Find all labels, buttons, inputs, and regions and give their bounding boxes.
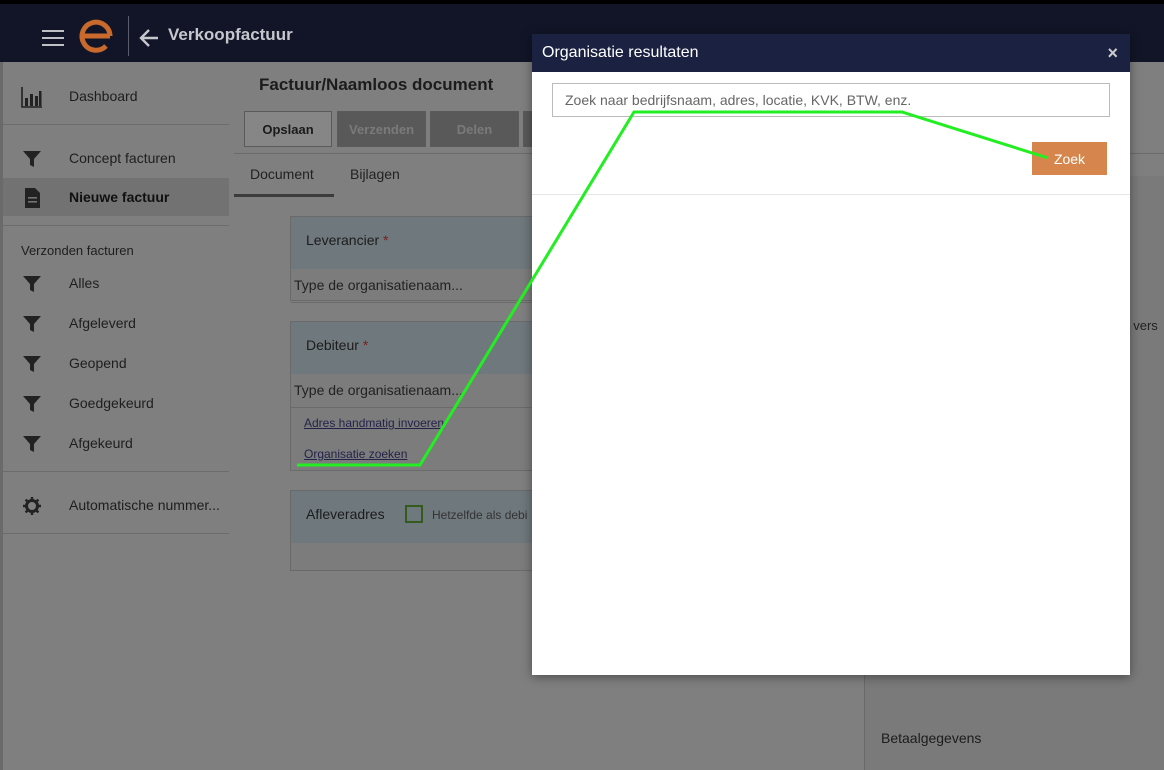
logo — [79, 19, 113, 53]
sidebar-item-label: Afgekeurd — [69, 435, 133, 451]
tab-document[interactable]: Document — [250, 166, 314, 182]
required-marker: * — [383, 232, 389, 248]
manual-address-link[interactable]: Adres handmatig invoeren — [304, 416, 444, 430]
sidebar-item-label: Concept facturen — [69, 150, 176, 166]
document-title: Factuur/Naamloos document — [259, 75, 494, 94]
sidebar-item-delivered[interactable]: Afgeleverd — [3, 304, 229, 342]
divider — [532, 194, 1130, 195]
divider — [3, 533, 229, 534]
supplier-card: Leverancier * Type de organisatienaam... — [290, 216, 550, 303]
sidebar-item-label: Afgeleverd — [69, 315, 136, 331]
supplier-label: Leverancier — [306, 232, 380, 248]
organization-search-input[interactable] — [552, 83, 1110, 117]
tab-attachments[interactable]: Bijlagen — [350, 166, 400, 182]
filter-icon — [23, 276, 41, 292]
sidebar-item-all[interactable]: Alles — [3, 264, 229, 302]
sidebar-item-concept[interactable]: Concept facturen — [3, 139, 229, 177]
sidebar-item-approved[interactable]: Goedgekeurd — [3, 384, 229, 422]
send-button[interactable]: Verzenden — [337, 111, 426, 147]
truncated-text: t vers — [1126, 318, 1158, 333]
debtor-card: Debiteur * Type de organisatienaam... Ad… — [290, 321, 550, 471]
divider — [3, 471, 229, 472]
separator — [128, 16, 129, 56]
close-icon[interactable]: × — [1107, 43, 1118, 64]
sidebar-item-label: Nieuwe factuur — [69, 189, 170, 205]
sidebar-item-label: Goedgekeurd — [69, 395, 154, 411]
active-tab-indicator — [234, 194, 334, 197]
same-address-checkbox[interactable] — [405, 505, 423, 523]
search-button[interactable]: Zoek — [1032, 142, 1107, 175]
divider — [3, 124, 229, 125]
supplier-placeholder: Type de organisatienaam... — [294, 277, 463, 293]
debtor-placeholder: Type de organisatienaam... — [294, 382, 463, 398]
required-marker: * — [362, 337, 369, 353]
payment-details-label: Betaalgegevens — [881, 730, 982, 746]
debtor-input[interactable]: Type de organisatienaam... — [291, 374, 549, 408]
sidebar-item-label: Automatische nummer... — [69, 497, 220, 513]
save-button[interactable]: Opslaan — [244, 111, 332, 147]
organization-results-dialog: Organisatie resultaten × Zoek — [532, 34, 1130, 675]
page-title: Verkoopfactuur — [168, 25, 293, 44]
bar-chart-icon — [21, 87, 42, 108]
sidebar-item-label: Dashboard — [69, 88, 138, 104]
dialog-title: Organisatie resultaten — [542, 44, 699, 61]
filter-icon — [23, 356, 41, 372]
section-label: Verzonden facturen — [21, 243, 134, 258]
back-arrow-icon[interactable] — [138, 27, 160, 49]
sidebar-item-label: Geopend — [69, 355, 127, 371]
share-button[interactable]: Delen — [430, 111, 519, 147]
sidebar-item-new-invoice[interactable]: Nieuwe factuur — [3, 178, 229, 216]
gear-icon — [23, 497, 41, 515]
debtor-label: Debiteur — [306, 337, 359, 353]
sidebar-item-opened[interactable]: Geopend — [3, 344, 229, 382]
delivery-card: Afleveradres Hetzelfde als debi — [290, 490, 550, 571]
filter-icon — [23, 436, 41, 452]
divider — [3, 225, 229, 226]
filter-icon — [23, 396, 41, 412]
hamburger-menu-icon[interactable] — [42, 30, 64, 46]
sidebar-item-auto-numbering[interactable]: Automatische nummer... — [3, 486, 229, 524]
same-address-label: Hetzelfde als debi — [432, 508, 528, 522]
organization-search-link[interactable]: Organisatie zoeken — [304, 447, 407, 461]
card-header: Leverancier * — [291, 217, 549, 269]
supplier-input[interactable]: Type de organisatienaam... — [291, 269, 549, 303]
card-header: Afleveradres Hetzelfde als debi — [291, 491, 549, 543]
sidebar: Dashboard Concept facturen Nieuwe factuu… — [0, 62, 234, 770]
sidebar-item-dashboard[interactable]: Dashboard — [3, 77, 229, 115]
filter-icon — [23, 151, 41, 167]
sidebar-item-rejected[interactable]: Afgekeurd — [3, 424, 229, 462]
dialog-header: Organisatie resultaten × — [532, 34, 1130, 72]
sidebar-item-label: Alles — [69, 275, 100, 291]
card-header: Debiteur * — [291, 322, 549, 374]
document-icon — [25, 188, 40, 208]
filter-icon — [23, 316, 41, 332]
delivery-label: Afleveradres — [306, 506, 385, 522]
